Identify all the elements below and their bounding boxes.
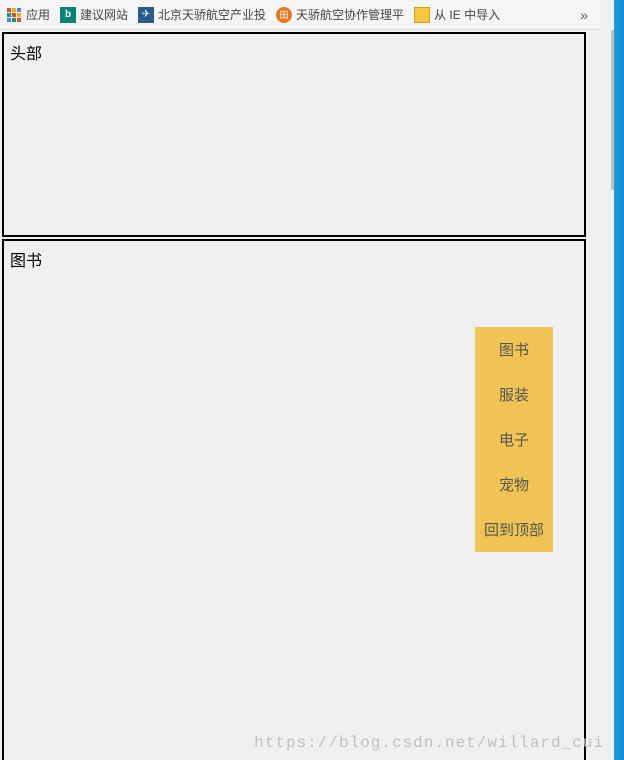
nav-label: 服装	[499, 384, 529, 405]
folder-icon	[414, 7, 430, 23]
nav-label: 回到顶部	[484, 519, 544, 540]
bookmark-suggested-sites[interactable]: b 建议网站	[60, 6, 128, 23]
bookmark-label: 北京天骄航空产业投	[158, 6, 266, 23]
apps-button[interactable]: 应用	[6, 6, 50, 23]
site-icon: ✈	[138, 7, 154, 23]
apps-label: 应用	[26, 6, 50, 23]
bookmark-tianjiao-collab[interactable]: 田 天骄航空协作管理平	[276, 6, 404, 23]
page-viewport: 头部 图书 图书 服装 电子 宠物 回到顶部	[0, 30, 600, 760]
nav-item-books[interactable]: 图书	[475, 327, 553, 372]
window-edge	[614, 0, 624, 760]
nav-label: 宠物	[499, 474, 529, 495]
nav-label: 图书	[499, 339, 529, 360]
chevron-right-icon: »	[580, 7, 588, 23]
nav-item-clothing[interactable]: 服装	[475, 372, 553, 417]
bookmark-label: 天骄航空协作管理平	[296, 6, 404, 23]
nav-item-back-to-top[interactable]: 回到顶部	[475, 507, 553, 552]
bookmark-label: 建议网站	[80, 6, 128, 23]
nav-label: 电子	[499, 429, 529, 450]
bookmarks-bar: 应用 b 建议网站 ✈ 北京天骄航空产业投 田 天骄航空协作管理平 从 IE 中…	[0, 0, 600, 30]
floating-nav: 图书 服装 电子 宠物 回到顶部	[475, 327, 553, 552]
bookmark-ie-import[interactable]: 从 IE 中导入	[414, 6, 500, 23]
bookmark-label: 从 IE 中导入	[434, 6, 500, 23]
bookmark-tianjiao-industry[interactable]: ✈ 北京天骄航空产业投	[138, 6, 266, 23]
nav-item-pets[interactable]: 宠物	[475, 462, 553, 507]
bookmarks-overflow-button[interactable]: »	[574, 7, 594, 23]
nav-item-electronics[interactable]: 电子	[475, 417, 553, 462]
bing-icon: b	[60, 7, 76, 23]
site-icon: 田	[276, 7, 292, 23]
books-title: 图书	[10, 253, 42, 270]
header-section: 头部	[2, 32, 586, 237]
apps-icon	[6, 7, 22, 23]
header-title: 头部	[10, 46, 42, 63]
